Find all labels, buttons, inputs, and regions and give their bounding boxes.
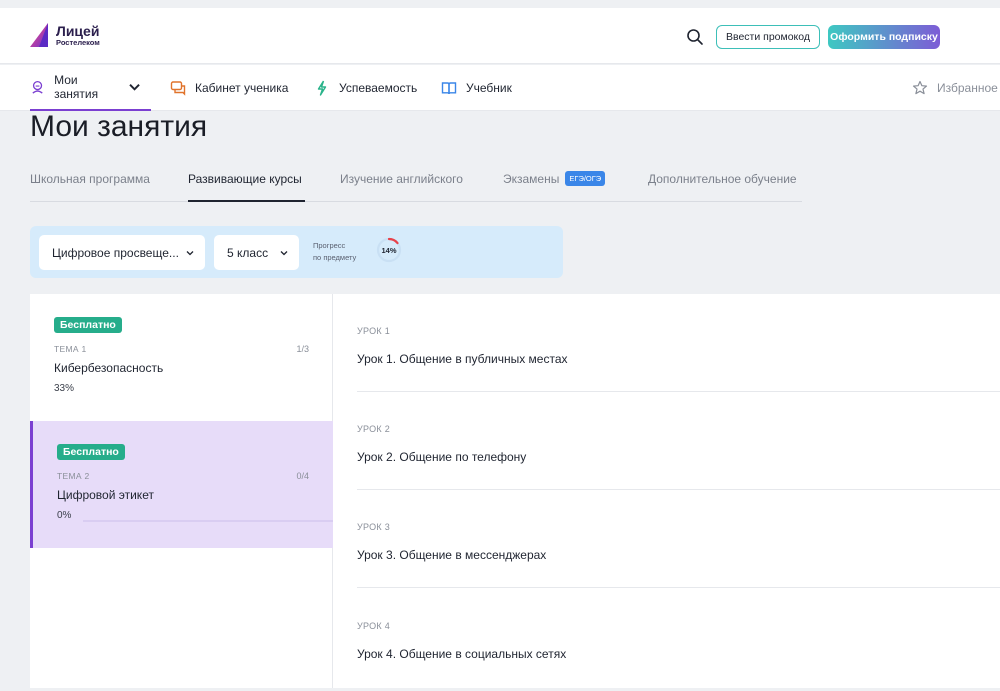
lesson-title: Урок 1. Общение в публичных местах (357, 352, 568, 366)
chevron-down-icon (186, 251, 194, 256)
lesson-title: Урок 2. Общение по телефону (357, 450, 527, 464)
nav-item-performance[interactable]: Успеваемость (314, 65, 417, 111)
free-badge: Бесплатно (57, 444, 125, 460)
lesson-item-4[interactable]: УРОК 4 Урок 4. Общение в социальных сетя… (357, 589, 1000, 687)
nav-item-favorites[interactable]: Избранное (912, 65, 998, 111)
topic-percent: 33% (54, 383, 75, 394)
logo-title: Лицей (56, 22, 100, 39)
star-icon (912, 80, 928, 95)
grade-select-value: 5 класс (227, 245, 269, 260)
topic-percent: 0% (57, 510, 72, 521)
topic-count: 1/3 (296, 344, 309, 354)
logo-subtitle: Ростелеком (56, 37, 100, 47)
nav-item-textbook[interactable]: Учебник (441, 65, 512, 111)
tab-school-program[interactable]: Школьная программа (30, 162, 150, 202)
lesson-number: УРОК 4 (357, 621, 391, 631)
chevron-down-icon (280, 251, 288, 256)
course-content: Бесплатно ТЕМА 1 1/3 Кибербезопасность 3… (30, 294, 1000, 688)
tab-english[interactable]: Изучение английского (340, 162, 463, 202)
nav-label: Кабинет ученика (195, 81, 289, 95)
page-title: Мои занятия (30, 110, 208, 143)
nav-item-my-lessons[interactable]: Мои занятия (30, 65, 151, 111)
nav-label: Мои занятия (54, 73, 99, 101)
lightning-icon (317, 80, 327, 96)
nav-label: Учебник (466, 81, 512, 95)
book-icon (441, 82, 457, 95)
lesson-number: УРОК 1 (357, 326, 391, 336)
free-badge: Бесплатно (54, 317, 122, 333)
lesson-item-1[interactable]: УРОК 1 Урок 1. Общение в публичных места… (357, 294, 1000, 392)
progress-label: Прогресс по предмету (313, 241, 357, 262)
nav-label: Избранное (937, 81, 998, 95)
tab-exams[interactable]: Экзамены ЕГЭ/ОГЭ (503, 162, 606, 202)
topic-title: Цифровой этикет (57, 488, 154, 502)
topic-progress-bar (83, 520, 333, 522)
nav-label: Успеваемость (339, 81, 418, 95)
tab-development-courses[interactable]: Развивающие курсы (188, 162, 305, 202)
student-icon (32, 80, 43, 94)
lesson-title: Урок 4. Общение в социальных сетях (357, 647, 567, 661)
lessons-list: УРОК 1 Урок 1. Общение в публичных места… (333, 294, 1000, 688)
main-nav: Мои занятия Кабинет ученика Успеваемость… (0, 65, 1000, 111)
topic-title: Кибербезопасность (54, 361, 164, 375)
filter-panel: Цифровое просвеще... 5 класс Прогресс по… (30, 226, 563, 278)
course-tabs: Школьная программа Развивающие курсы Изу… (30, 162, 802, 202)
topic-item-2[interactable]: Бесплатно ТЕМА 2 0/4 Цифровой этикет 0% (30, 421, 333, 548)
topic-count: 0/4 (296, 471, 309, 481)
tab-label: Экзамены (503, 172, 560, 186)
nav-item-student-cabinet[interactable]: Кабинет ученика (170, 65, 288, 111)
subscribe-button[interactable]: Оформить подписку (828, 25, 940, 49)
promo-code-button[interactable]: Ввести промокод (716, 25, 820, 49)
subject-select-value: Цифровое просвеще... (52, 245, 179, 260)
topics-list: Бесплатно ТЕМА 1 1/3 Кибербезопасность 3… (30, 294, 333, 688)
exam-badge: ЕГЭ/ОГЭ (565, 171, 606, 187)
subject-select[interactable]: Цифровое просвеще... (39, 235, 205, 270)
lesson-title: Урок 3. Общение в мессенджерах (357, 548, 547, 562)
progress-value: 14% (381, 246, 397, 255)
chevron-down-icon (129, 84, 140, 91)
grade-select[interactable]: 5 класс (214, 235, 299, 270)
topic-number: ТЕМА 2 (57, 471, 90, 481)
tab-additional-education[interactable]: Дополнительное обучение (648, 162, 797, 202)
search-icon[interactable] (686, 28, 704, 46)
lesson-item-3[interactable]: УРОК 3 Урок 3. Общение в мессенджерах (357, 490, 1000, 588)
lesson-number: УРОК 3 (357, 522, 391, 532)
topic-item-1[interactable]: Бесплатно ТЕМА 1 1/3 Кибербезопасность 3… (30, 294, 333, 421)
lesson-item-2[interactable]: УРОК 2 Урок 2. Общение по телефону (357, 392, 1000, 490)
lesson-number: УРОК 2 (357, 424, 391, 434)
topic-number: ТЕМА 1 (54, 344, 87, 354)
logo[interactable]: Лицей Ростелеком (30, 23, 100, 47)
chat-icon (170, 81, 186, 96)
logo-icon (30, 23, 48, 47)
top-header: Лицей Ростелеком Ввести промокод Оформит… (0, 8, 1000, 64)
